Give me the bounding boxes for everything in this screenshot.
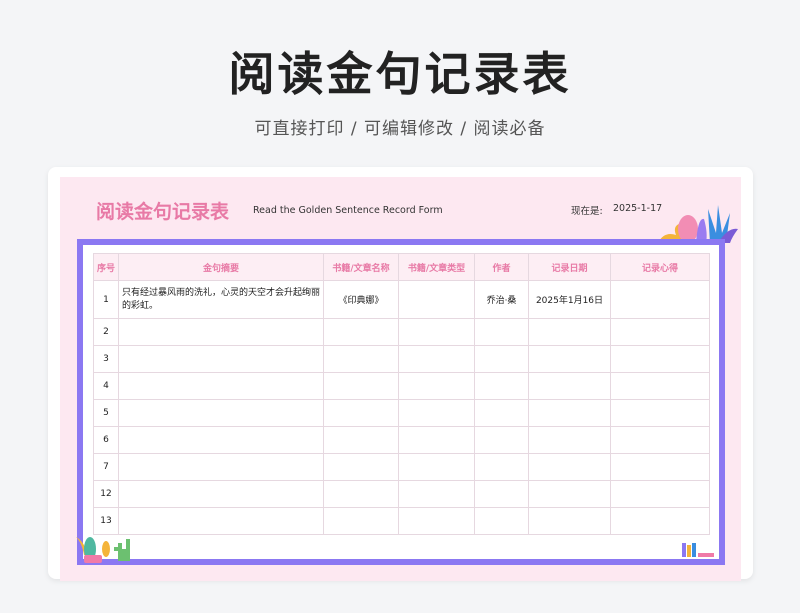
cell-book[interactable] bbox=[323, 372, 399, 400]
record-table: 序号 金句摘要 书籍/文章名称 书籍/文章类型 作者 记录日期 记录心得 1 只… bbox=[93, 253, 710, 535]
table-row: 13 bbox=[93, 507, 710, 535]
cell-date[interactable] bbox=[528, 345, 611, 373]
record-sheet: 阅读金句记录表 Read the Golden Sentence Record … bbox=[60, 177, 741, 581]
table-row: 5 bbox=[93, 399, 710, 427]
cell-type[interactable] bbox=[398, 426, 475, 454]
col-header-date: 记录日期 bbox=[528, 253, 611, 281]
cell-no[interactable]: 3 bbox=[93, 345, 119, 373]
cell-book[interactable] bbox=[323, 426, 399, 454]
cell-type[interactable] bbox=[398, 399, 475, 427]
table-frame: 序号 金句摘要 书籍/文章名称 书籍/文章类型 作者 记录日期 记录心得 1 只… bbox=[77, 239, 725, 565]
cell-type[interactable] bbox=[398, 345, 475, 373]
plants-decoration-icon bbox=[658, 205, 738, 243]
cell-excerpt[interactable] bbox=[118, 507, 324, 535]
cell-book[interactable] bbox=[323, 453, 399, 481]
page-title: 阅读金句记录表 bbox=[228, 47, 572, 101]
date-value[interactable]: 2025-1-17 bbox=[613, 203, 662, 214]
sheet-subtitle: Read the Golden Sentence Record Form bbox=[253, 205, 443, 216]
cell-book[interactable] bbox=[323, 318, 399, 346]
cell-date[interactable]: 2025年1月16日 bbox=[528, 280, 611, 319]
page-subtitle: 可直接打印 / 可编辑修改 / 阅读必备 bbox=[254, 119, 546, 139]
cell-excerpt[interactable]: 只有经过暴风雨的洗礼，心灵的天空才会升起绚丽的彩虹。 bbox=[118, 280, 324, 319]
table-row: 3 bbox=[93, 345, 710, 373]
cell-no[interactable]: 12 bbox=[93, 480, 119, 508]
cell-author[interactable] bbox=[474, 318, 529, 346]
table-row: 4 bbox=[93, 372, 710, 400]
cell-date[interactable] bbox=[528, 507, 611, 535]
cell-no[interactable]: 1 bbox=[93, 280, 119, 319]
cell-book[interactable] bbox=[323, 345, 399, 373]
date-label: 现在是: bbox=[571, 206, 603, 217]
cell-book[interactable] bbox=[323, 507, 399, 535]
cell-excerpt[interactable] bbox=[118, 345, 324, 373]
cell-author[interactable] bbox=[474, 480, 529, 508]
col-header-notes: 记录心得 bbox=[610, 253, 710, 281]
cell-book[interactable]: 《印典娜》 bbox=[323, 280, 399, 319]
table-row: 2 bbox=[93, 318, 710, 346]
cell-author[interactable] bbox=[474, 426, 529, 454]
cell-excerpt[interactable] bbox=[118, 426, 324, 454]
cell-date[interactable] bbox=[528, 426, 611, 454]
cell-book[interactable] bbox=[323, 399, 399, 427]
cell-author[interactable] bbox=[474, 345, 529, 373]
cell-notes[interactable] bbox=[610, 453, 710, 481]
col-header-book: 书籍/文章名称 bbox=[323, 253, 399, 281]
cell-author[interactable] bbox=[474, 453, 529, 481]
cell-author[interactable]: 乔治·桑 bbox=[474, 280, 529, 319]
table-row: 7 bbox=[93, 453, 710, 481]
cell-excerpt[interactable] bbox=[118, 399, 324, 427]
cell-no[interactable]: 7 bbox=[93, 453, 119, 481]
cell-type[interactable] bbox=[398, 280, 475, 319]
cell-author[interactable] bbox=[474, 372, 529, 400]
cell-no[interactable]: 6 bbox=[93, 426, 119, 454]
books-decoration-icon bbox=[682, 543, 714, 557]
cactus-decoration-icon bbox=[76, 537, 130, 563]
cell-notes[interactable] bbox=[610, 345, 710, 373]
cell-notes[interactable] bbox=[610, 372, 710, 400]
col-header-author: 作者 bbox=[474, 253, 529, 281]
cell-no[interactable]: 5 bbox=[93, 399, 119, 427]
cell-excerpt[interactable] bbox=[118, 372, 324, 400]
cell-notes[interactable] bbox=[610, 280, 710, 319]
cell-excerpt[interactable] bbox=[118, 480, 324, 508]
cell-author[interactable] bbox=[474, 507, 529, 535]
cell-no[interactable]: 2 bbox=[93, 318, 119, 346]
cell-type[interactable] bbox=[398, 318, 475, 346]
cell-excerpt[interactable] bbox=[118, 453, 324, 481]
col-header-type: 书籍/文章类型 bbox=[398, 253, 475, 281]
cell-notes[interactable] bbox=[610, 507, 710, 535]
table-row: 6 bbox=[93, 426, 710, 454]
cell-notes[interactable] bbox=[610, 399, 710, 427]
cell-type[interactable] bbox=[398, 453, 475, 481]
col-header-excerpt: 金句摘要 bbox=[118, 253, 324, 281]
cell-notes[interactable] bbox=[610, 426, 710, 454]
preview-card: 阅读金句记录表 Read the Golden Sentence Record … bbox=[48, 167, 753, 581]
cell-date[interactable] bbox=[528, 318, 611, 346]
cell-no[interactable]: 4 bbox=[93, 372, 119, 400]
cell-book[interactable] bbox=[323, 480, 399, 508]
table-header-row: 序号 金句摘要 书籍/文章名称 书籍/文章类型 作者 记录日期 记录心得 bbox=[93, 253, 710, 281]
cell-date[interactable] bbox=[528, 453, 611, 481]
cell-notes[interactable] bbox=[610, 318, 710, 346]
cell-type[interactable] bbox=[398, 480, 475, 508]
table-row: 12 bbox=[93, 480, 710, 508]
cell-notes[interactable] bbox=[610, 480, 710, 508]
sheet-title: 阅读金句记录表 bbox=[96, 201, 230, 223]
cell-date[interactable] bbox=[528, 399, 611, 427]
cell-date[interactable] bbox=[528, 372, 611, 400]
cell-date[interactable] bbox=[528, 480, 611, 508]
cell-type[interactable] bbox=[398, 507, 475, 535]
col-header-no: 序号 bbox=[93, 253, 119, 281]
cell-excerpt[interactable] bbox=[118, 318, 324, 346]
cell-author[interactable] bbox=[474, 399, 529, 427]
table-row: 1 只有经过暴风雨的洗礼，心灵的天空才会升起绚丽的彩虹。 《印典娜》 乔治·桑 … bbox=[93, 280, 710, 319]
cell-type[interactable] bbox=[398, 372, 475, 400]
